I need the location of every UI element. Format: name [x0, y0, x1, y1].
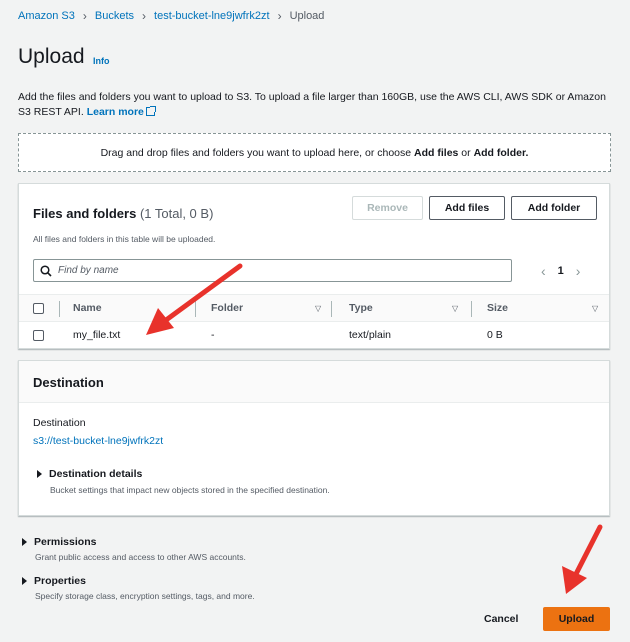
breadcrumb-current: Upload	[289, 10, 325, 22]
sort-down-icon[interactable]: ▽	[592, 304, 598, 313]
properties-title: Properties	[34, 575, 86, 587]
info-link[interactable]: Info	[93, 56, 110, 66]
page-number[interactable]: 1	[558, 265, 564, 277]
file-size: 0 B	[487, 329, 503, 341]
caret-right-icon	[22, 538, 27, 546]
breadcrumb-buckets[interactable]: Buckets	[95, 10, 134, 22]
arrow-to-upload	[562, 524, 603, 594]
page-title: Upload	[18, 45, 85, 68]
dropzone-add-folder: Add folder.	[473, 146, 529, 159]
page-description: Add the files and folders you want to up…	[18, 90, 614, 120]
column-divider[interactable]	[471, 301, 472, 317]
destination-details-sub: Bucket settings that impact new objects …	[50, 485, 330, 495]
files-subtitle: All files and folders in this table will…	[33, 234, 216, 244]
breadcrumb-amazon-s3[interactable]: Amazon S3	[18, 10, 75, 22]
table-header: Name Folder ▽ Type ▽ Size ▽	[19, 294, 609, 322]
cancel-button[interactable]: Cancel	[484, 613, 518, 625]
caret-right-icon	[22, 577, 27, 585]
destination-header: Destination	[19, 361, 609, 403]
permissions-title: Permissions	[34, 536, 97, 548]
column-size[interactable]: Size	[487, 295, 508, 321]
upload-button[interactable]: Upload	[543, 607, 610, 631]
column-divider[interactable]	[195, 301, 196, 317]
files-and-folders-panel: Files and folders (1 Total, 0 B) All fil…	[18, 183, 610, 349]
properties-toggle[interactable]: Properties	[22, 575, 86, 587]
sort-down-icon[interactable]: ▽	[315, 304, 321, 313]
breadcrumb-bucket[interactable]: test-bucket-lne9jwfrk2zt	[154, 10, 270, 22]
row-select-cell	[33, 322, 44, 348]
properties-sub: Specify storage class, encryption settin…	[35, 591, 255, 601]
remove-button[interactable]: Remove	[352, 196, 423, 220]
learn-more-link[interactable]: Learn more	[86, 106, 156, 118]
dropzone-text: Drag and drop files and folders you want…	[100, 146, 412, 159]
dropzone-add-files: Add files	[414, 146, 459, 159]
column-divider[interactable]	[331, 301, 332, 317]
chevron-right-icon: ›	[277, 9, 282, 23]
row-checkbox[interactable]	[33, 329, 44, 341]
pagination: ‹ 1 ›	[541, 263, 580, 279]
destination-link[interactable]: s3://test-bucket-lne9jwfrk2zt	[33, 435, 163, 447]
dropzone-or: or	[461, 146, 471, 159]
files-title: Files and folders (1 Total, 0 B)	[33, 206, 213, 221]
chevron-left-icon[interactable]: ‹	[541, 263, 546, 279]
chevron-right-icon: ›	[142, 9, 147, 23]
destination-panel: Destination Destination s3://test-bucket…	[18, 360, 610, 516]
search-icon	[40, 264, 52, 277]
sort-down-icon[interactable]: ▽	[452, 304, 458, 313]
destination-details-title: Destination details	[49, 468, 143, 480]
destination-title: Destination	[33, 375, 104, 390]
permissions-sub: Grant public access and access to other …	[35, 552, 246, 562]
table-row: my_file.txt - text/plain 0 B	[19, 322, 609, 348]
external-link-icon	[145, 106, 156, 116]
add-files-button[interactable]: Add files	[429, 196, 505, 220]
breadcrumb: Amazon S3 › Buckets › test-bucket-lne9jw…	[18, 9, 324, 23]
select-all-cell	[33, 295, 44, 321]
search-input[interactable]	[58, 265, 498, 276]
destination-details-toggle[interactable]: Destination details	[37, 468, 142, 480]
files-count: (1 Total, 0 B)	[139, 206, 214, 221]
learn-more-label: Learn more	[86, 106, 144, 118]
caret-right-icon	[37, 470, 42, 478]
chevron-right-icon: ›	[82, 9, 87, 23]
column-divider	[59, 301, 60, 317]
file-name: my_file.txt	[73, 329, 121, 341]
column-name[interactable]: Name	[73, 295, 102, 321]
search-box	[33, 259, 512, 282]
column-folder[interactable]: Folder	[211, 295, 243, 321]
destination-label: Destination	[33, 417, 86, 429]
add-folder-button[interactable]: Add folder	[511, 196, 597, 220]
chevron-right-icon[interactable]: ›	[576, 263, 581, 279]
column-type[interactable]: Type	[349, 295, 373, 321]
upload-dropzone[interactable]: Drag and drop files and folders you want…	[18, 133, 611, 172]
file-folder: -	[211, 329, 215, 341]
file-type: text/plain	[349, 329, 392, 341]
select-all-checkbox[interactable]	[33, 302, 44, 314]
files-title-text: Files and folders	[33, 206, 137, 221]
permissions-toggle[interactable]: Permissions	[22, 536, 96, 548]
